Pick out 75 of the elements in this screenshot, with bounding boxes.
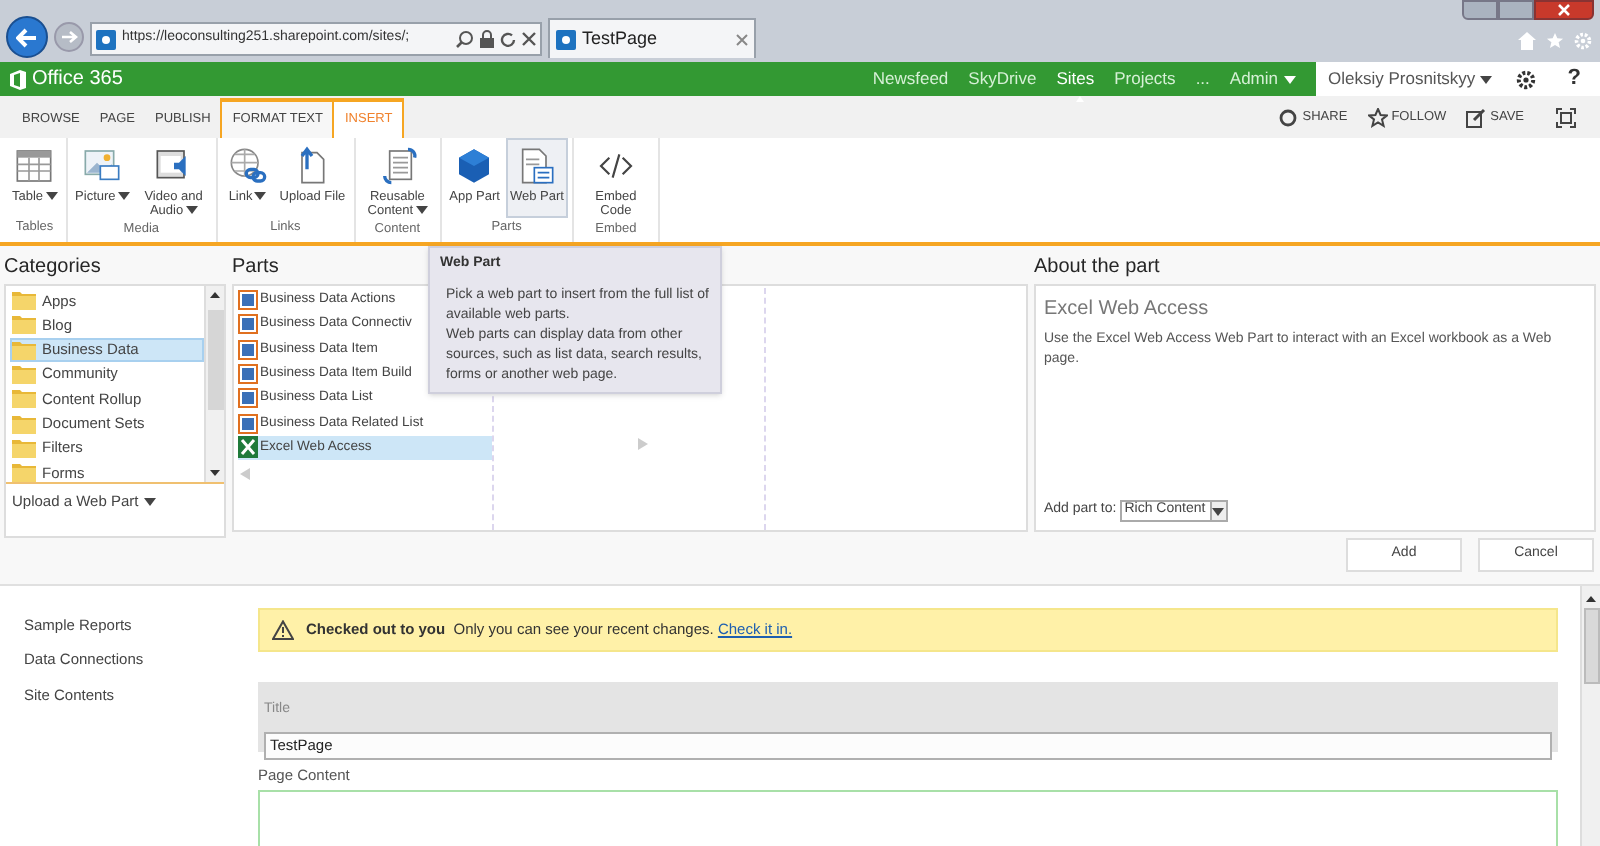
close-icon[interactable] [736,33,748,45]
browser-tab[interactable]: TestPage [548,18,756,58]
section-heading: Categories [4,254,103,282]
folder-icon [12,364,36,385]
folder-icon [12,437,36,458]
link-icon [227,146,268,186]
scroll-right-icon[interactable] [638,438,648,450]
scroll-left-icon[interactable] [240,468,250,481]
folder-icon [12,290,36,311]
suite-nav-link[interactable]: Sites [1056,66,1095,92]
close-button[interactable] [1534,0,1594,20]
folder-icon [12,314,36,335]
caret-icon [254,192,267,201]
page-scrollbar[interactable] [1580,586,1600,846]
scrollbar-thumb[interactable] [1583,608,1599,684]
share-icon [1278,107,1299,127]
star-icon[interactable] [1546,32,1564,50]
focus-icon[interactable] [1556,107,1576,127]
back-button[interactable] [6,16,48,58]
site-icon [556,29,576,49]
edit-icon [1466,107,1487,127]
page-content-editor[interactable] [258,790,1558,846]
web-part-list-icon [238,388,258,409]
folder-icon [12,462,36,483]
table-icon [14,146,55,186]
web-part-list-icon [238,290,258,311]
warning-icon [272,620,294,640]
minimize-button[interactable] [1462,0,1498,20]
caret-icon [144,497,157,506]
scroll-up-icon[interactable] [1586,596,1596,602]
web-part-list-icon [238,364,258,385]
scroll-up-icon[interactable] [210,292,220,298]
office-logo-icon [10,69,26,89]
folder-icon [12,413,36,434]
lock-icon [480,30,494,48]
web-part-list-icon [238,413,258,434]
web-part-icon [516,146,557,186]
brand-name: Office 365 [32,66,123,94]
spreadsheet-icon [238,436,258,459]
maximize-button[interactable] [1498,0,1534,20]
back-arrow-icon [16,27,38,47]
caret-icon [1479,75,1492,83]
web-part-list-icon [238,314,258,335]
caret-icon [185,206,198,215]
scrollbar[interactable] [204,286,224,482]
picture-icon [82,146,123,186]
forward-button[interactable] [54,22,84,52]
star-icon [1367,107,1388,127]
refresh-icon[interactable] [500,31,516,47]
caret-icon [1212,507,1225,515]
folder-icon [12,339,36,360]
search-icon[interactable] [456,30,474,48]
folder-icon [12,388,36,409]
scroll-down-icon[interactable] [210,470,220,476]
caret-icon [117,192,130,201]
scrollbar-thumb[interactable] [207,309,223,409]
home-icon[interactable] [1518,32,1536,50]
pointer-icon [1075,95,1084,102]
forward-arrow-icon [61,30,77,44]
section-heading: About the part [1034,254,1162,282]
section-heading: Parts [232,254,279,282]
caret-icon [1284,75,1296,83]
web-part-list-icon [238,339,258,360]
close-icon [1558,4,1570,16]
settings-icon[interactable] [1515,69,1536,89]
help-button[interactable]: ? [1567,62,1581,96]
tab-title: TestPage [582,25,660,52]
reusable-content-icon [377,146,418,186]
part-title: Excel Web Access [1044,296,1211,324]
caret-icon [45,192,58,201]
user-menu[interactable]: Oleksiy Prosnitskyy [1328,66,1492,92]
caret-icon [415,206,428,215]
close-icon[interactable] [522,32,536,46]
site-icon [96,29,116,49]
cube-icon [454,146,495,186]
